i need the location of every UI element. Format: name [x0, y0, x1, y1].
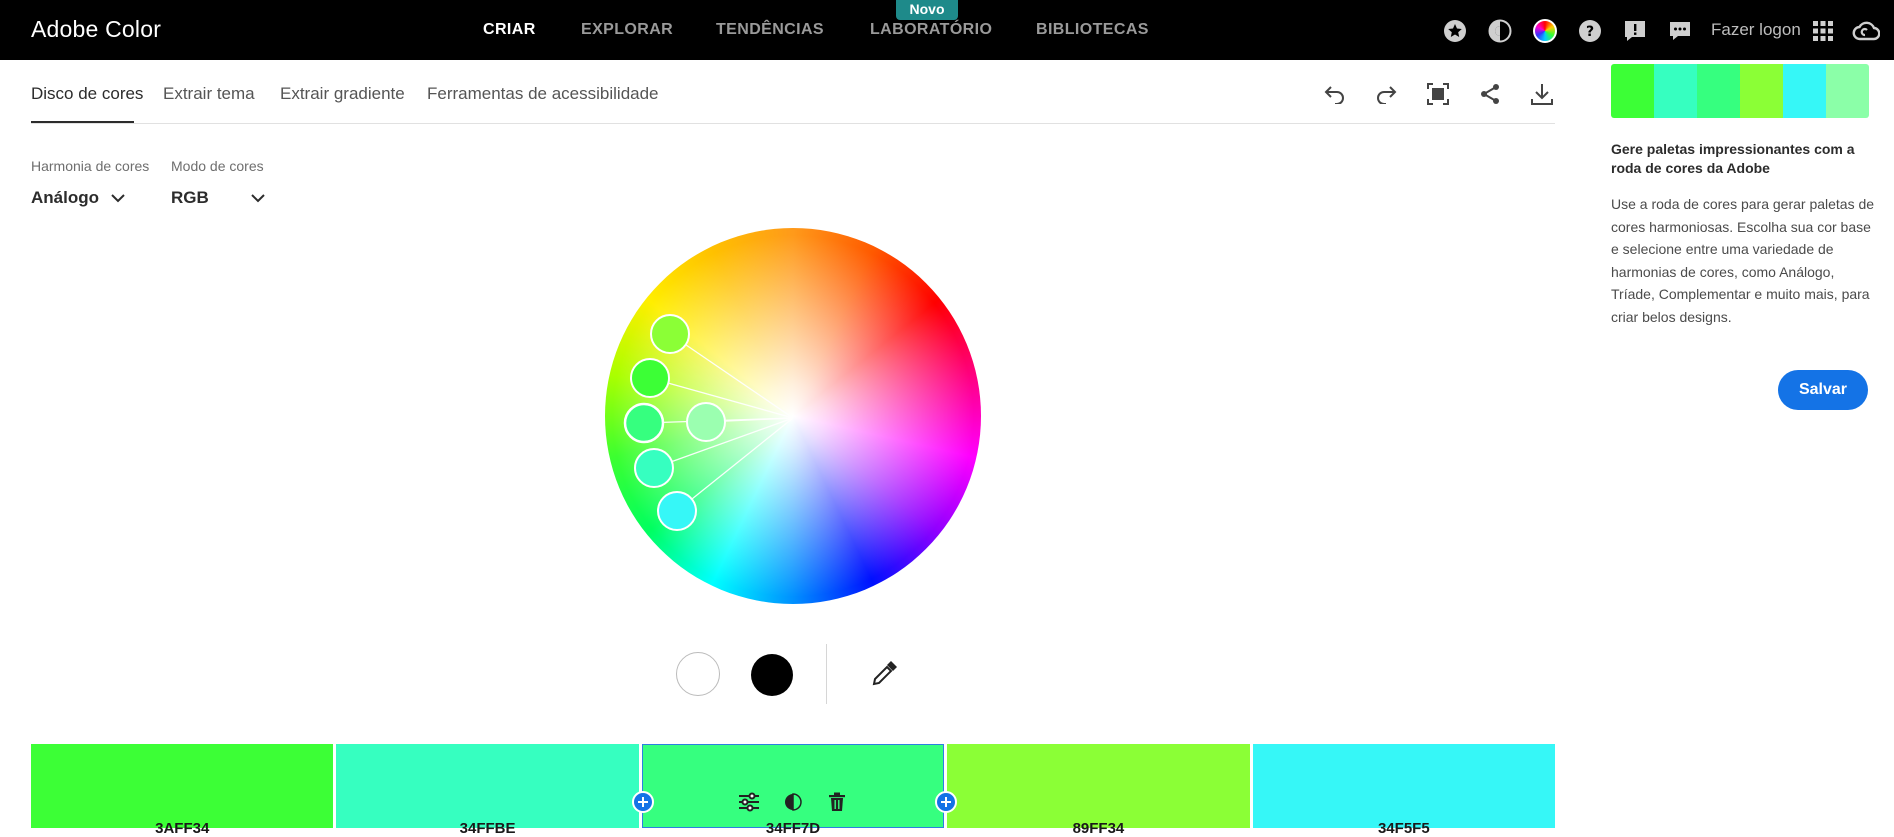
- nav-bibliotecas[interactable]: BIBLIOTECAS: [1036, 21, 1149, 39]
- chat-icon[interactable]: [1668, 19, 1692, 43]
- harmony-dropdown[interactable]: Análogo: [31, 188, 125, 208]
- black-swatch-button[interactable]: [751, 654, 793, 696]
- nav-criar[interactable]: CRIAR: [483, 21, 536, 39]
- feedback-icon[interactable]: [1623, 19, 1647, 43]
- adjust-sliders-icon[interactable]: [736, 789, 762, 815]
- nav-laboratorio[interactable]: LABORATÓRIO: [870, 21, 992, 39]
- plus-icon: [638, 797, 648, 807]
- panel-description: Use a roda de cores para gerar paletas d…: [1611, 196, 1875, 325]
- eyedropper-icon[interactable]: [868, 656, 902, 690]
- tab-disco-de-cores[interactable]: Disco de cores: [31, 84, 143, 104]
- palette-swatch-2[interactable]: 34FFBE: [336, 744, 639, 837]
- top-nav: Adobe Color CRIAR EXPLORAR TENDÊNCIAS No…: [0, 0, 1894, 60]
- app-title[interactable]: Adobe Color: [31, 16, 161, 43]
- divider: [826, 644, 827, 704]
- tab-extrair-gradiente[interactable]: Extrair gradiente: [280, 84, 405, 104]
- mini-swatch: [1783, 64, 1826, 118]
- star-badge-icon[interactable]: [1443, 19, 1467, 43]
- plus-icon: [941, 797, 951, 807]
- white-swatch-button[interactable]: [676, 652, 720, 696]
- swatch-tools: [642, 789, 944, 815]
- active-tab-underline: [31, 121, 134, 123]
- fit-screen-icon[interactable]: [1424, 80, 1452, 108]
- mini-swatch: [1826, 64, 1869, 118]
- harmony-markers: [623, 314, 794, 531]
- palette-swatch-1[interactable]: 3AFF34: [31, 744, 334, 837]
- new-badge: Novo: [896, 0, 958, 20]
- trash-icon[interactable]: [824, 789, 850, 815]
- nav-explorar[interactable]: EXPLORAR: [581, 21, 673, 39]
- color-marker[interactable]: [650, 314, 690, 354]
- save-button[interactable]: Salvar: [1778, 370, 1868, 410]
- contrast-swatch-icon[interactable]: [780, 789, 806, 815]
- color-wheel-icon[interactable]: [1533, 19, 1557, 43]
- add-color-right-button[interactable]: [935, 791, 957, 813]
- harmony-label: Harmonia de cores: [31, 158, 150, 174]
- tab-extrair-tema[interactable]: Extrair tema: [163, 84, 255, 104]
- hex-code[interactable]: 34FF7D: [642, 820, 944, 837]
- hex-code[interactable]: 34F5F5: [1253, 820, 1555, 837]
- login-link[interactable]: Fazer logon: [1711, 20, 1801, 40]
- nav-tendencias[interactable]: TENDÊNCIAS: [716, 21, 824, 39]
- color-marker[interactable]: [634, 448, 674, 488]
- color-marker[interactable]: [657, 491, 697, 531]
- mini-swatch: [1697, 64, 1740, 118]
- tabs-bar: Disco de cores Extrair tema Extrair grad…: [31, 60, 1555, 124]
- contrast-icon[interactable]: [1488, 19, 1512, 43]
- color-mode-dropdown[interactable]: RGB: [171, 188, 265, 208]
- mini-palette-preview: [1611, 64, 1869, 118]
- chevron-down-icon: [251, 193, 265, 202]
- mini-swatch: [1740, 64, 1783, 118]
- undo-icon[interactable]: [1321, 80, 1349, 108]
- palette-swatch-4[interactable]: 89FF34: [947, 744, 1250, 837]
- add-color-left-button[interactable]: [632, 791, 654, 813]
- mini-swatch: [1611, 64, 1654, 118]
- hex-code[interactable]: 34FFBE: [336, 820, 638, 837]
- panel-title: Gere paletas impressionantes com a roda …: [1611, 141, 1855, 176]
- mini-swatch: [1654, 64, 1697, 118]
- share-icon[interactable]: [1476, 80, 1504, 108]
- help-icon[interactable]: ?: [1578, 19, 1602, 43]
- redo-icon[interactable]: [1372, 80, 1400, 108]
- tab-ferramentas-acessibilidade[interactable]: Ferramentas de acessibilidade: [427, 84, 659, 104]
- hex-code[interactable]: 3AFF34: [31, 820, 333, 837]
- color-mode-value: RGB: [171, 188, 209, 207]
- palette-strip: 3AFF34 34FFBE 34FF7D 89FF34 34F5F5: [31, 744, 1556, 837]
- color-wheel[interactable]: [605, 228, 981, 604]
- palette-swatch-3[interactable]: 34FF7D: [641, 744, 945, 837]
- palette-swatch-5[interactable]: 34F5F5: [1252, 744, 1556, 837]
- app-grid-icon[interactable]: [1811, 19, 1835, 43]
- color-marker[interactable]: [630, 358, 670, 398]
- color-mode-label: Modo de cores: [171, 158, 264, 174]
- download-icon[interactable]: [1528, 80, 1556, 108]
- chevron-down-icon: [111, 193, 125, 202]
- svg-text:?: ?: [1586, 24, 1594, 40]
- creative-cloud-icon[interactable]: [1852, 19, 1880, 43]
- hex-code[interactable]: 89FF34: [947, 820, 1249, 837]
- color-marker[interactable]: [686, 402, 726, 442]
- harmony-value: Análogo: [31, 188, 99, 207]
- color-marker-base[interactable]: [623, 402, 665, 444]
